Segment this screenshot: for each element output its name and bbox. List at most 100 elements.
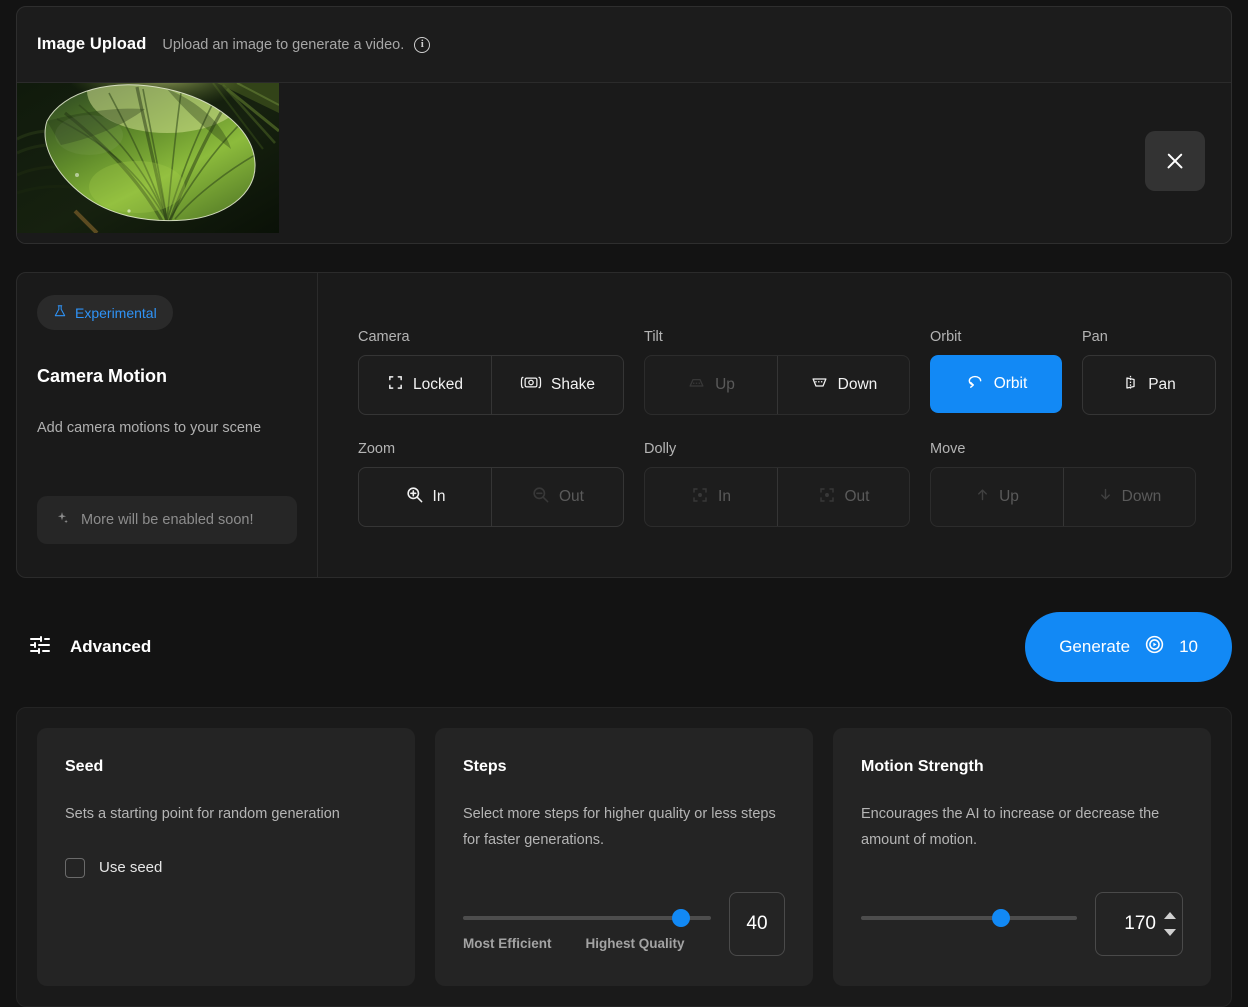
camera-motion-description: Add camera motions to your scene — [37, 419, 297, 438]
group-label-pan: Pan — [1082, 329, 1216, 345]
motion-strength-title: Motion Strength — [861, 758, 1183, 776]
steps-description: Select more steps for higher quality or … — [463, 802, 785, 854]
use-seed-checkbox[interactable] — [65, 858, 85, 878]
use-seed-checkbox-row[interactable]: Use seed — [65, 858, 387, 878]
dolly-in-label: In — [718, 488, 731, 506]
image-upload-panel: Image Upload Upload an image to generate… — [16, 6, 1232, 244]
camera-shake-icon — [520, 374, 542, 396]
tilt-down-label: Down — [838, 376, 878, 394]
uploaded-image-thumbnail[interactable] — [17, 83, 279, 233]
camera-shake-button[interactable]: Shake — [491, 356, 623, 414]
zoom-out-button: Out — [491, 468, 623, 526]
coming-soon-badge: More will be enabled soon! — [37, 496, 297, 544]
sliders-icon — [28, 633, 52, 662]
segmented-tilt: Up Down — [644, 355, 910, 415]
image-upload-header: Image Upload Upload an image to generate… — [17, 7, 1231, 83]
camera-motion-panel: Experimental Camera Motion Add camera mo… — [16, 272, 1232, 578]
camera-motion-controls: Camera Locked — [318, 273, 1248, 577]
remove-image-button[interactable] — [1145, 131, 1205, 191]
group-label-move: Move — [930, 441, 1196, 457]
zoom-out-icon — [531, 485, 550, 509]
tilt-down-icon — [810, 374, 829, 396]
orbit-button[interactable]: Orbit — [930, 355, 1062, 413]
steps-value-box[interactable]: 40 — [729, 892, 785, 956]
control-group-tilt: Tilt Up — [644, 329, 910, 415]
credit-play-icon — [1144, 634, 1165, 660]
segmented-camera: Locked Shake — [358, 355, 624, 415]
control-group-dolly: Dolly In — [644, 441, 910, 527]
control-group-camera: Camera Locked — [358, 329, 624, 415]
page-title: Image Upload — [37, 35, 146, 54]
steps-min-label: Most Efficient — [463, 936, 552, 951]
steps-slider-handle[interactable] — [672, 909, 690, 927]
pan-label: Pan — [1148, 376, 1176, 394]
experimental-badge: Experimental — [37, 295, 173, 330]
tilt-down-button[interactable]: Down — [777, 356, 909, 414]
camera-motion-heading: Camera Motion — [37, 366, 297, 387]
motion-strength-card: Motion Strength Encourages the AI to inc… — [833, 728, 1211, 986]
camera-locked-label: Locked — [413, 376, 463, 394]
steps-max-label: Highest Quality — [586, 936, 685, 951]
zoom-in-button[interactable]: In — [359, 468, 491, 526]
control-group-orbit: Orbit Orbit — [930, 329, 1062, 413]
steps-control: Most Efficient Highest Quality 40 — [463, 892, 785, 956]
control-group-zoom: Zoom In — [358, 441, 624, 527]
motion-strength-value: 170 — [1124, 913, 1156, 935]
group-label-orbit: Orbit — [930, 329, 1062, 345]
motion-strength-stepper — [1164, 912, 1176, 936]
camera-shake-label: Shake — [551, 376, 595, 394]
steps-value: 40 — [746, 913, 767, 935]
info-icon[interactable]: i — [414, 37, 430, 53]
zoom-in-icon — [405, 485, 424, 509]
dolly-out-label: Out — [845, 488, 870, 506]
motion-strength-slider-handle[interactable] — [992, 909, 1010, 927]
motion-strength-description: Encourages the AI to increase or decreas… — [861, 802, 1183, 854]
motion-strength-slider-wrap — [861, 892, 1077, 936]
crop-frame-icon — [387, 374, 404, 396]
stepper-increment-icon[interactable] — [1164, 912, 1176, 919]
segmented-move: Up Down — [930, 467, 1196, 527]
advanced-settings-panel: Seed Sets a starting point for random ge… — [16, 707, 1232, 1007]
steps-card: Steps Select more steps for higher quali… — [435, 728, 813, 986]
camera-motion-info: Experimental Camera Motion Add camera mo… — [17, 273, 318, 577]
segmented-dolly: In Out — [644, 467, 910, 527]
segmented-orbit: Orbit — [930, 355, 1062, 413]
arrow-up-icon — [975, 486, 990, 508]
dolly-in-button: In — [645, 468, 777, 526]
camera-motion-row-1: Camera Locked — [358, 329, 1236, 415]
group-label-zoom: Zoom — [358, 441, 624, 457]
close-icon — [1165, 151, 1185, 171]
group-label-camera: Camera — [358, 329, 624, 345]
dolly-in-icon — [691, 486, 709, 509]
tilt-up-button: Up — [645, 356, 777, 414]
camera-locked-button[interactable]: Locked — [359, 356, 491, 414]
camera-motion-row-2: Zoom In — [358, 441, 1236, 527]
dolly-out-button: Out — [777, 468, 909, 526]
zoom-in-label: In — [433, 488, 446, 506]
motion-strength-value-box[interactable]: 170 — [1095, 892, 1183, 956]
generate-button[interactable]: Generate 10 — [1025, 612, 1232, 682]
advanced-bar: Advanced Generate 10 — [0, 592, 1248, 702]
advanced-label: Advanced — [70, 637, 151, 657]
image-upload-subtitle: Upload an image to generate a video. — [162, 37, 404, 53]
segmented-pan: Pan — [1082, 355, 1216, 415]
experimental-badge-label: Experimental — [75, 305, 157, 321]
move-up-label: Up — [999, 488, 1019, 506]
segmented-zoom: In Out — [358, 467, 624, 527]
steps-slider[interactable] — [463, 916, 711, 920]
stepper-decrement-icon[interactable] — [1164, 929, 1176, 936]
move-down-label: Down — [1122, 488, 1162, 506]
tilt-up-icon — [687, 374, 706, 396]
dolly-out-icon — [818, 486, 836, 509]
use-seed-label: Use seed — [99, 859, 162, 876]
steps-title: Steps — [463, 758, 785, 776]
arrow-down-icon — [1098, 486, 1113, 508]
flask-icon — [53, 304, 67, 321]
steps-slider-wrap: Most Efficient Highest Quality — [463, 892, 711, 951]
motion-strength-slider[interactable] — [861, 916, 1077, 920]
orbit-icon — [965, 373, 985, 395]
move-down-button: Down — [1063, 468, 1195, 526]
advanced-toggle[interactable]: Advanced — [28, 633, 151, 662]
pan-button[interactable]: Pan — [1083, 356, 1215, 414]
motion-strength-control: 170 — [861, 892, 1183, 956]
